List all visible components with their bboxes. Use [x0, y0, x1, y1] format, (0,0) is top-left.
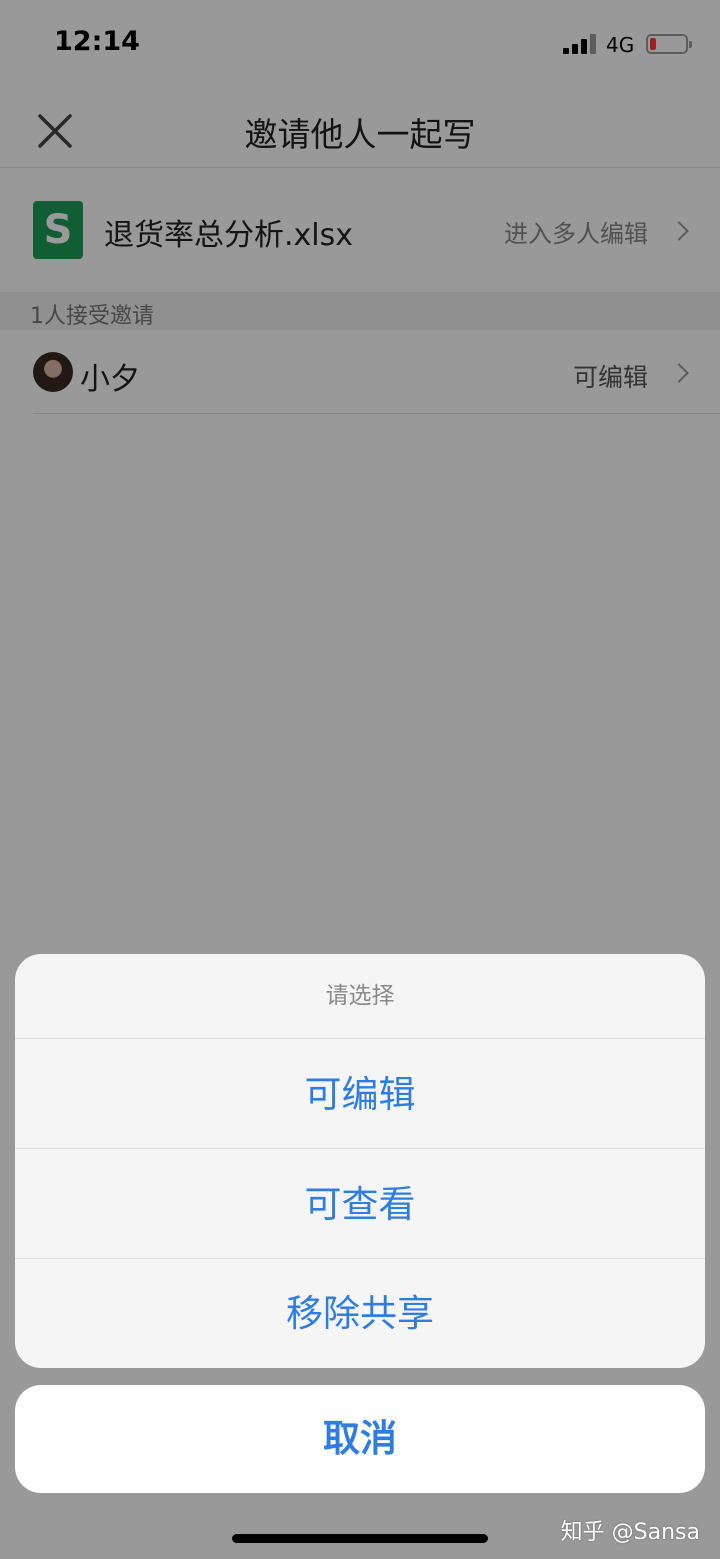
sheet-title: 请选择	[15, 954, 705, 1039]
option-can-view[interactable]: 可查看	[15, 1150, 705, 1259]
cancel-button[interactable]: 取消	[15, 1385, 705, 1493]
option-remove-share[interactable]: 移除共享	[15, 1259, 705, 1368]
action-sheet: 请选择 可编辑 可查看 移除共享	[15, 954, 705, 1368]
option-can-edit[interactable]: 可编辑	[15, 1040, 705, 1149]
home-indicator[interactable]	[232, 1534, 488, 1543]
watermark: 知乎 @Sansa	[560, 1520, 700, 1545]
